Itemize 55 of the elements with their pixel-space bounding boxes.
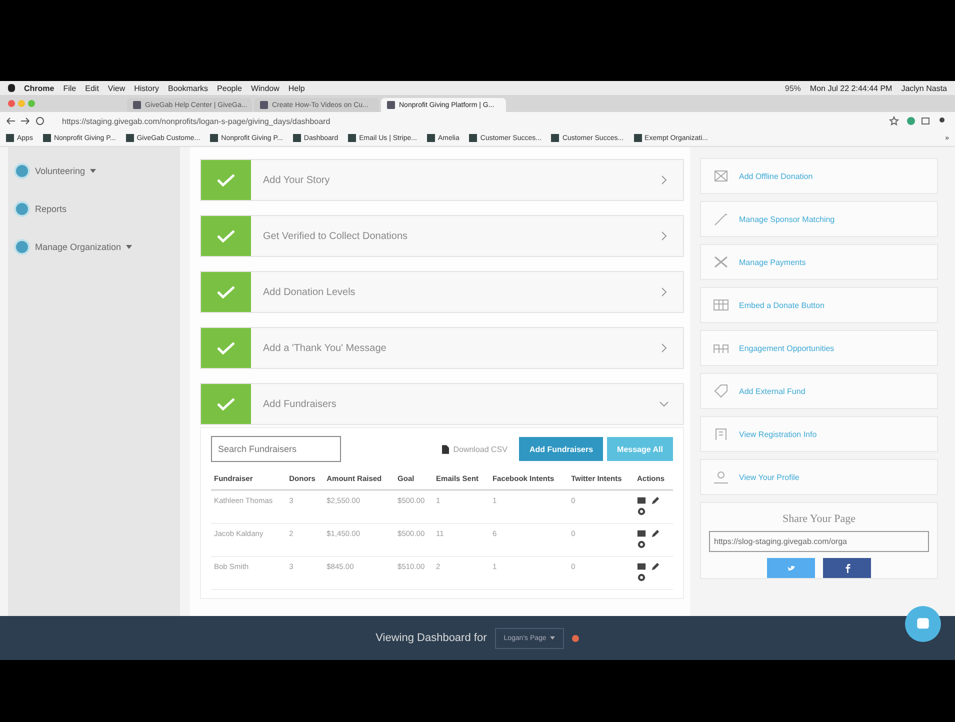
share-title: Share Your Page [782,513,856,525]
apple-icon[interactable] [8,84,15,92]
sidebar-icon [14,163,30,179]
sidebar-icon [14,201,30,217]
pencil-icon[interactable] [651,562,660,571]
favicon-icon [260,101,268,109]
sidebar-item[interactable]: Manage Organization [8,239,180,255]
favicon-icon [133,101,141,109]
sidebar-item[interactable]: Reports [8,201,180,217]
menu-item[interactable]: Window [250,84,280,92]
viewing-label: Viewing Dashboard for [376,632,487,644]
gear-icon[interactable] [637,540,646,549]
bird-icon [786,564,796,572]
file-icon [442,444,450,454]
step-title: Add Your Story [262,174,331,186]
gear-icon[interactable] [637,507,646,516]
tag-icon [713,384,729,398]
chat-button[interactable] [905,606,941,642]
share-url-field[interactable]: https://slog-staging.givegab.com/orga [709,531,929,552]
step-title: Get Verified to Collect Donations [262,230,409,242]
step-title: Add Donation Levels [262,286,356,298]
menu-item[interactable]: Help [288,84,305,92]
menu-clock: Mon Jul 22 2:44:44 PM [810,84,892,92]
app-menu[interactable]: Chrome [24,84,54,92]
caret-icon [550,636,556,640]
chat-icon [916,617,930,631]
search-field[interactable]: Search Fundraisers [211,436,341,462]
menu-item[interactable]: File [63,84,76,92]
caret-icon [126,245,132,249]
menu-item[interactable]: View [108,84,126,92]
gear-icon[interactable] [637,573,646,582]
pencil-icon[interactable] [651,529,660,538]
menu-item[interactable]: People [217,84,242,92]
pencil-icon[interactable] [651,496,660,505]
favicon-icon [387,101,395,109]
envelope-icon[interactable] [637,562,646,571]
alert-dot-icon [572,634,580,642]
menu-item[interactable]: History [134,84,160,92]
menu-item[interactable]: Bookmarks [168,84,208,92]
menu-item[interactable]: Edit [85,84,99,92]
profile-icon [713,470,729,484]
navigation-icon[interactable] [6,116,46,126]
envelope-icon[interactable] [637,496,646,505]
letter-f-icon [842,564,852,572]
step-title: Add Fundraisers [262,398,338,410]
battery-percent: 95% [784,84,801,92]
facebook-button[interactable] [823,558,871,578]
grid-icon [713,298,729,312]
envelope-icon[interactable] [637,529,646,538]
user-name[interactable]: Jaclyn Nasta [901,84,947,92]
step-title: Add a 'Thank You' Message [262,342,388,354]
sidebar-item[interactable]: Volunteering [8,163,180,179]
doc-icon [713,169,729,183]
caret-icon [90,169,96,173]
sidebar-icon [14,239,30,255]
